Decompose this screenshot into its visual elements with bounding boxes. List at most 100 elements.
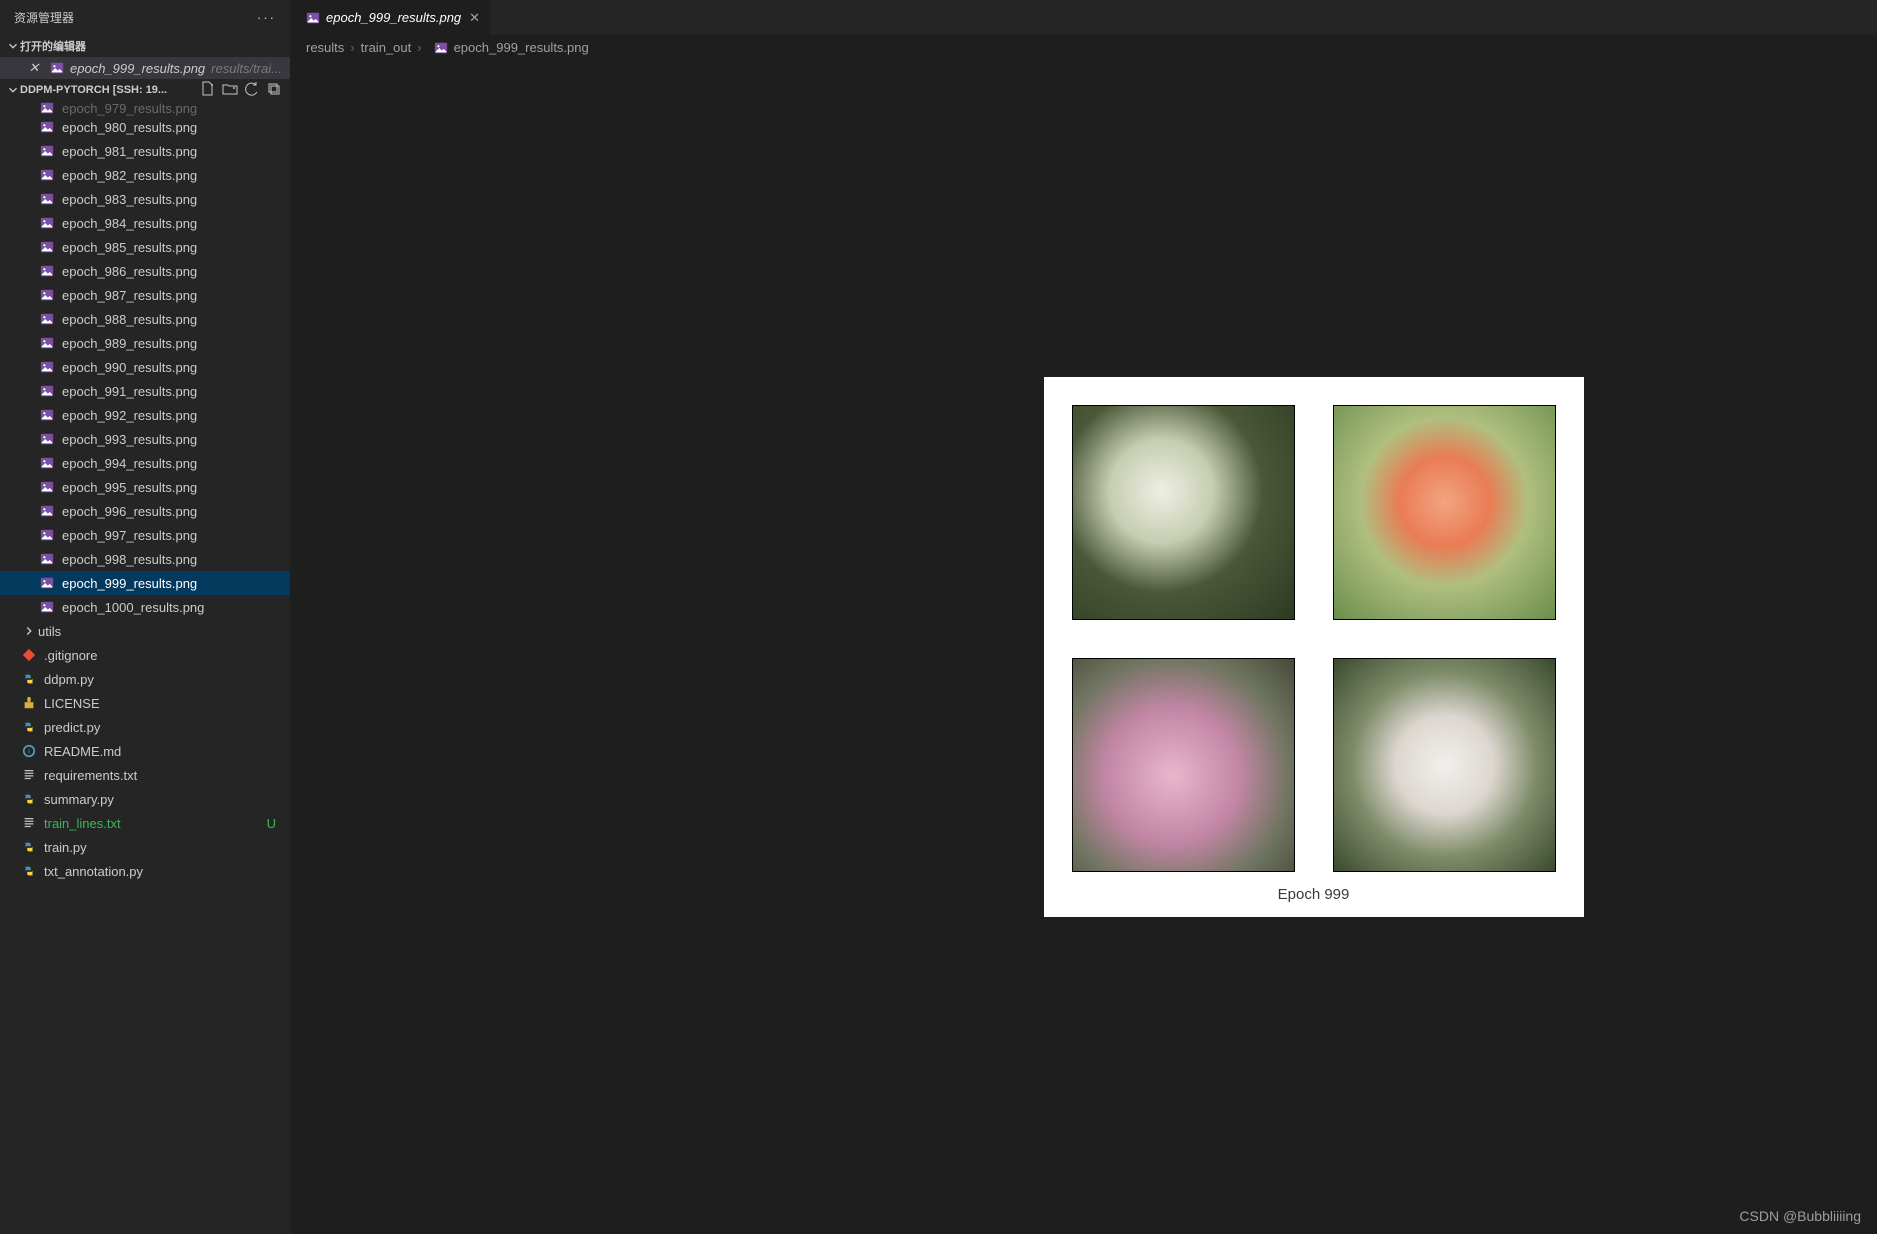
breadcrumb-item[interactable]: train_out — [361, 40, 412, 55]
chevron-right-icon — [22, 624, 36, 638]
file-item[interactable]: LICENSE — [0, 691, 290, 715]
tab-bar: epoch_999_results.png ✕ — [290, 0, 1877, 35]
txt-file-icon — [22, 816, 36, 830]
file-item[interactable]: epoch_991_results.png — [0, 379, 290, 403]
grid-cell — [1072, 658, 1295, 873]
file-label: epoch_994_results.png — [62, 456, 197, 471]
file-item[interactable]: epoch_984_results.png — [0, 211, 290, 235]
file-label: epoch_998_results.png — [62, 552, 197, 567]
file-label: epoch_991_results.png — [62, 384, 197, 399]
image-file-icon — [434, 41, 448, 55]
file-item[interactable]: summary.py — [0, 787, 290, 811]
file-label: epoch_980_results.png — [62, 120, 197, 135]
file-tree: epoch_979_results.png epoch_980_results.… — [0, 101, 290, 1234]
file-item[interactable]: epoch_1000_results.png — [0, 595, 290, 619]
file-label: epoch_988_results.png — [62, 312, 197, 327]
close-tab-icon[interactable]: ✕ — [469, 10, 480, 26]
file-item[interactable]: epoch_981_results.png — [0, 139, 290, 163]
breadcrumb-item[interactable]: results — [306, 40, 344, 55]
project-toolbar — [200, 81, 290, 100]
file-item[interactable]: epoch_983_results.png — [0, 187, 290, 211]
open-editor-filename: epoch_999_results.png — [70, 61, 205, 76]
watermark: CSDN @Bubbliiiing — [1739, 1208, 1861, 1224]
more-actions-icon[interactable]: ··· — [257, 10, 276, 25]
git-file-icon — [22, 648, 36, 662]
image-file-icon — [40, 144, 54, 158]
breadcrumb-item[interactable]: epoch_999_results.png — [428, 40, 589, 55]
file-label: requirements.txt — [44, 768, 137, 783]
file-item[interactable]: epoch_996_results.png — [0, 499, 290, 523]
new-folder-icon[interactable] — [222, 81, 238, 100]
folder-item[interactable]: utils — [0, 619, 290, 643]
image-file-icon — [40, 120, 54, 134]
project-title: DDPM-PYTORCH [SSH: 19... — [20, 84, 200, 96]
file-label: epoch_1000_results.png — [62, 600, 204, 615]
editor-area: epoch_999_results.png ✕ results › train_… — [290, 0, 1877, 1234]
open-editors-label: 打开的编辑器 — [20, 38, 86, 54]
file-label: epoch_990_results.png — [62, 360, 197, 375]
file-label: epoch_989_results.png — [62, 336, 197, 351]
file-item[interactable]: epoch_994_results.png — [0, 451, 290, 475]
image-file-icon — [40, 216, 54, 230]
image-file-icon — [40, 408, 54, 422]
file-item[interactable]: epoch_995_results.png — [0, 475, 290, 499]
file-item[interactable]: epoch_982_results.png — [0, 163, 290, 187]
file-item[interactable]: ddpm.py — [0, 667, 290, 691]
image-file-icon — [40, 240, 54, 254]
git-status-badge: U — [267, 816, 276, 831]
file-item[interactable]: epoch_992_results.png — [0, 403, 290, 427]
file-item[interactable]: epoch_985_results.png — [0, 235, 290, 259]
file-item[interactable]: txt_annotation.py — [0, 859, 290, 883]
image-file-icon — [40, 480, 54, 494]
close-editor-icon[interactable]: ✕ — [24, 60, 44, 76]
file-item[interactable]: epoch_980_results.png — [0, 115, 290, 139]
file-item[interactable]: .gitignore — [0, 643, 290, 667]
image-preview-canvas[interactable]: Epoch 999 — [290, 60, 1877, 1234]
file-item[interactable]: epoch_990_results.png — [0, 355, 290, 379]
refresh-icon[interactable] — [244, 81, 260, 100]
project-header[interactable]: DDPM-PYTORCH [SSH: 19... — [0, 79, 290, 101]
file-item[interactable]: epoch_986_results.png — [0, 259, 290, 283]
image-file-icon — [40, 528, 54, 542]
new-file-icon[interactable] — [200, 81, 216, 100]
file-label: txt_annotation.py — [44, 864, 143, 879]
file-item[interactable]: epoch_987_results.png — [0, 283, 290, 307]
explorer-title: 资源管理器 — [14, 9, 74, 26]
file-item[interactable]: i README.md — [0, 739, 290, 763]
file-item[interactable]: train.py — [0, 835, 290, 859]
file-label: epoch_997_results.png — [62, 528, 197, 543]
editor-tab[interactable]: epoch_999_results.png ✕ — [290, 0, 491, 35]
file-item[interactable]: epoch_997_results.png — [0, 523, 290, 547]
file-label: README.md — [44, 744, 121, 759]
file-item[interactable]: epoch_988_results.png — [0, 307, 290, 331]
collapse-all-icon[interactable] — [266, 81, 282, 100]
image-file-icon — [40, 600, 54, 614]
lic-file-icon — [22, 696, 36, 710]
file-item[interactable]: epoch_993_results.png — [0, 427, 290, 451]
file-label: epoch_996_results.png — [62, 504, 197, 519]
file-item[interactable]: predict.py — [0, 715, 290, 739]
image-file-icon — [40, 504, 54, 518]
open-editor-item[interactable]: ✕ epoch_999_results.png results/trai... — [0, 57, 290, 79]
svg-text:i: i — [28, 749, 30, 756]
image-grid — [1072, 405, 1556, 872]
file-item[interactable]: epoch_989_results.png — [0, 331, 290, 355]
file-label: epoch_983_results.png — [62, 192, 197, 207]
file-item[interactable]: train_lines.txt U — [0, 811, 290, 835]
file-label: predict.py — [44, 720, 100, 735]
file-item[interactable]: epoch_998_results.png — [0, 547, 290, 571]
file-label: epoch_995_results.png — [62, 480, 197, 495]
file-label: epoch_987_results.png — [62, 288, 197, 303]
file-item[interactable]: requirements.txt — [0, 763, 290, 787]
file-label: epoch_985_results.png — [62, 240, 197, 255]
image-file-icon — [40, 192, 54, 206]
file-label: epoch_999_results.png — [62, 576, 197, 591]
open-editors-header[interactable]: 打开的编辑器 — [0, 35, 290, 57]
file-label: epoch_979_results.png — [62, 101, 197, 116]
file-label: train_lines.txt — [44, 816, 121, 831]
grid-cell — [1333, 405, 1556, 620]
file-label: .gitignore — [44, 648, 97, 663]
file-item-selected[interactable]: epoch_999_results.png — [0, 571, 290, 595]
file-item[interactable]: epoch_979_results.png — [0, 101, 290, 115]
figure-caption: Epoch 999 — [1278, 886, 1350, 903]
